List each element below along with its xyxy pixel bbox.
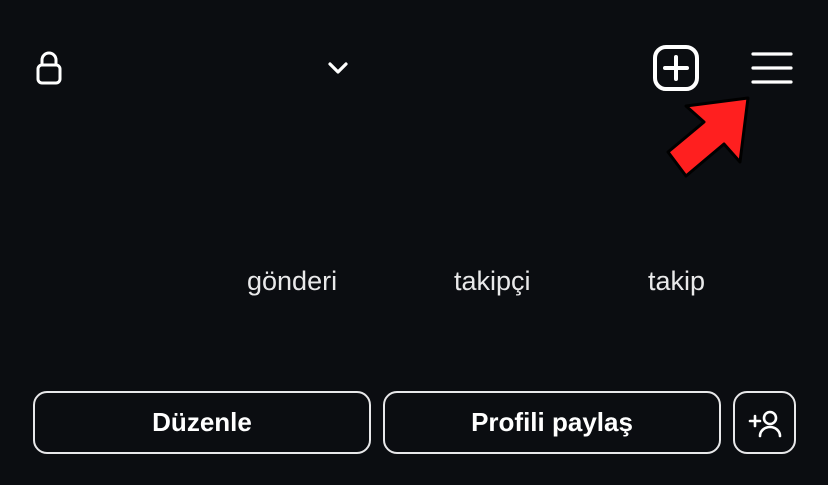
lock-icon [36, 51, 62, 85]
red-arrow-shape [666, 96, 750, 178]
posts-label[interactable]: gönderi [247, 266, 337, 297]
discover-people-button[interactable] [733, 391, 796, 454]
new-post-button[interactable] [652, 44, 700, 92]
edit-profile-button[interactable]: Düzenle [33, 391, 371, 454]
share-profile-button[interactable]: Profili paylaş [383, 391, 721, 454]
plus-square-icon [653, 45, 699, 91]
red-arrow-annotation [666, 96, 750, 178]
hamburger-menu-icon [751, 52, 793, 84]
followers-label[interactable]: takipçi [454, 266, 531, 297]
chevron-down-icon[interactable] [324, 56, 352, 80]
following-label[interactable]: takip [648, 266, 705, 297]
add-person-icon [748, 410, 781, 437]
menu-button[interactable] [748, 46, 796, 90]
profile-stats: gönderi takipçi takip [0, 266, 828, 300]
